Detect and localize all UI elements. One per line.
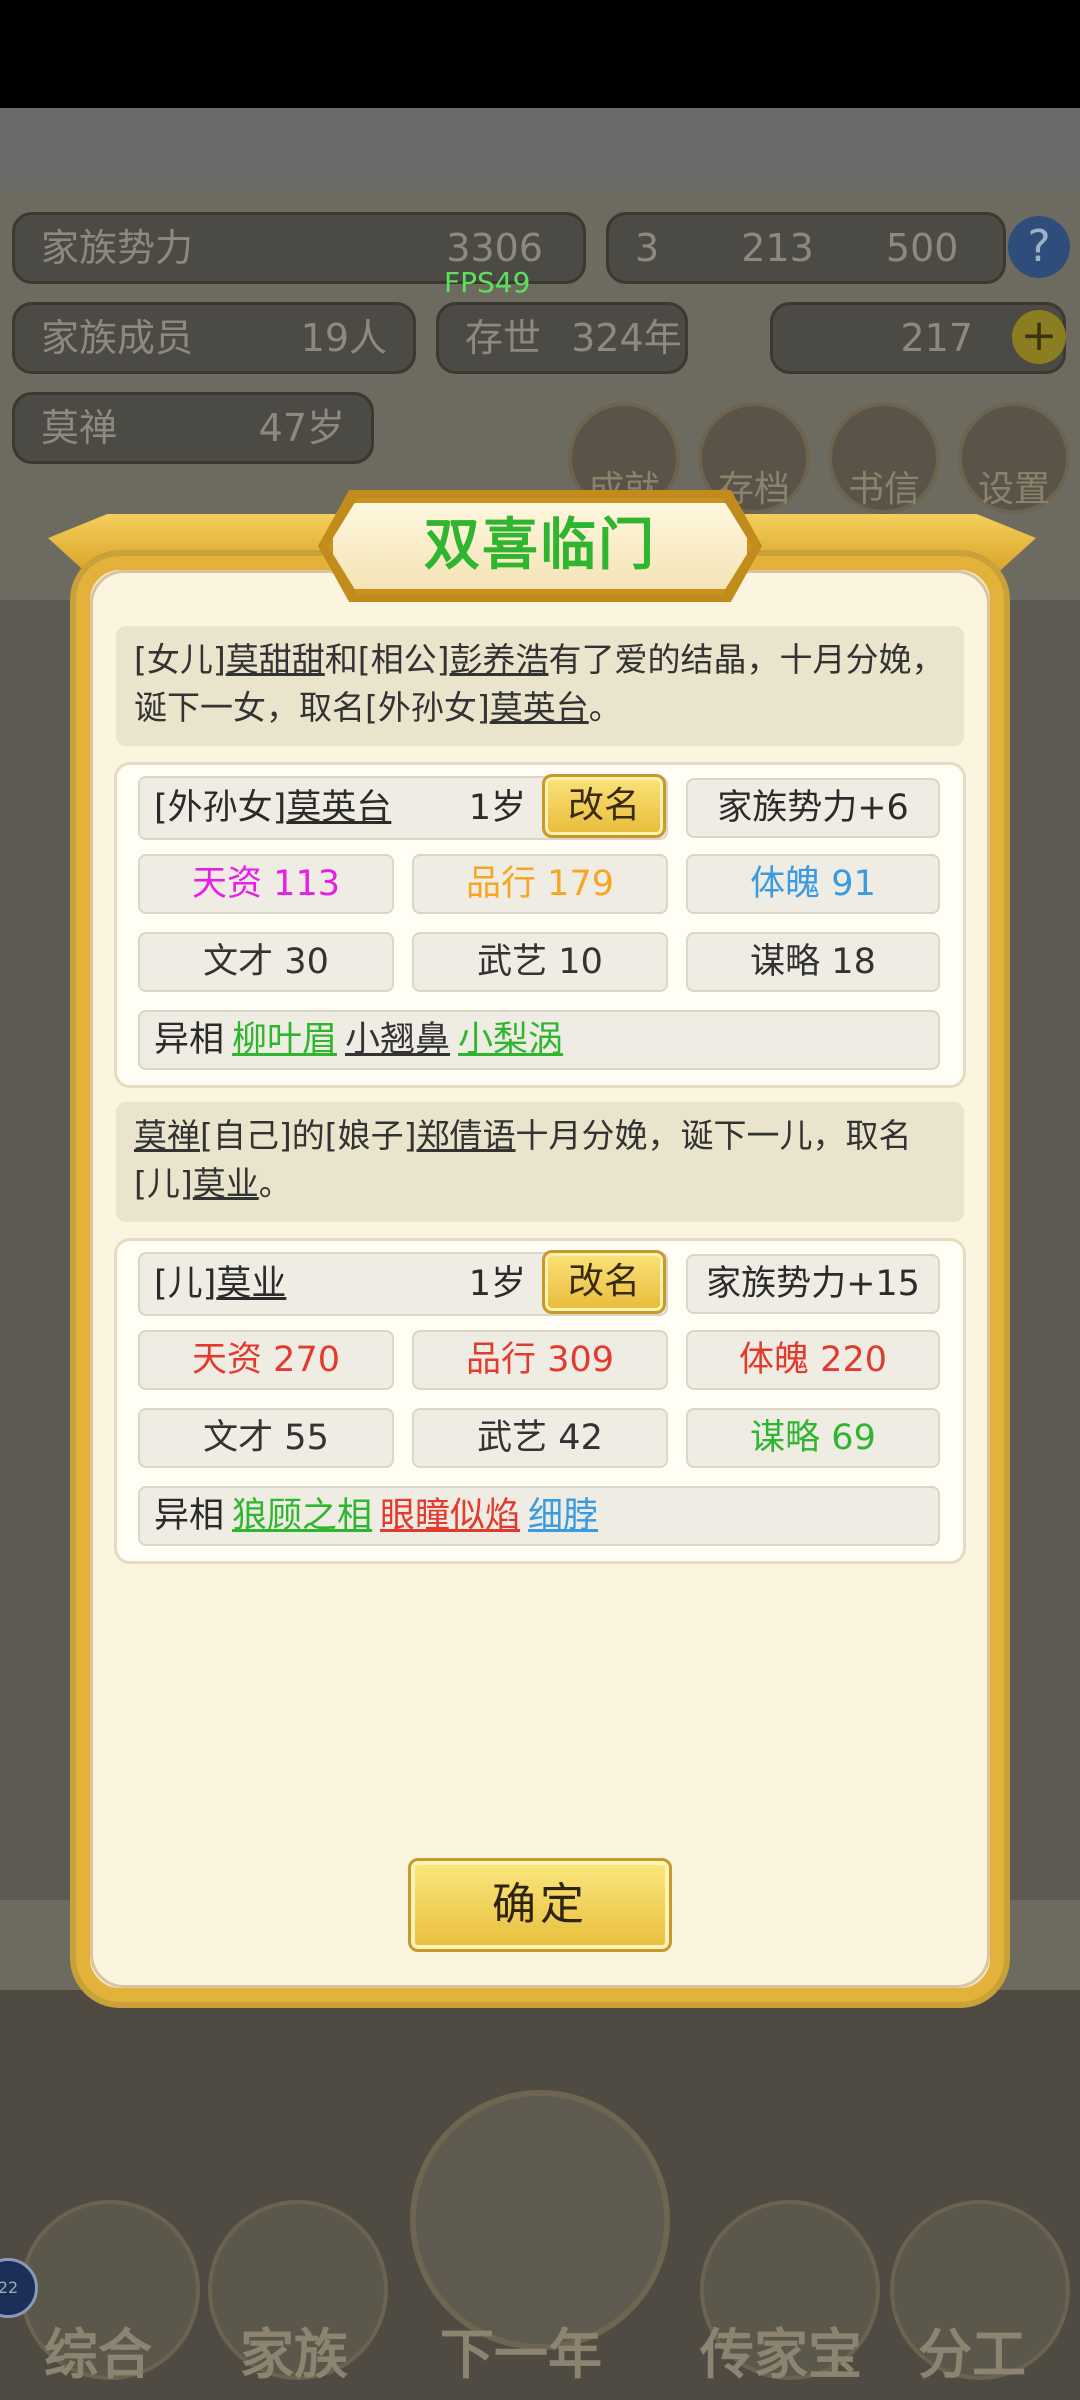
members-label: 家族成员 [41,316,194,360]
trait[interactable]: 柳叶眉 [232,1020,337,1060]
trait[interactable]: 狼顾之相 [232,1496,372,1536]
event-message-2: 莫禅[自己]的[娘子]郑倩语十月分娩，诞下一儿，取名[儿]莫业。 [116,1102,964,1222]
add-ingots-icon[interactable]: + [1012,310,1066,364]
person-link[interactable]: 郑倩语 [417,1116,516,1155]
fps-counter: FPS49 [444,266,531,299]
leader-age: 47岁 [258,406,345,450]
family-power-label: 家族势力 [41,226,194,270]
stat-conduct: 品行 309 [412,1330,668,1390]
child-age: 1岁 [468,788,526,828]
status-bar [0,0,1080,108]
person-link[interactable]: 莫甜甜 [226,640,325,679]
trait[interactable]: 小翘鼻 [345,1020,450,1060]
traits-row: 异相 柳叶眉 小翘鼻 小梨涡 [138,1010,940,1070]
generation-value: 324年 [571,316,682,360]
power-bonus: 家族势力+6 [686,778,940,838]
traits-row: 异相 狼顾之相 眼瞳似焰 细脖 [138,1486,940,1546]
resources-count: 3 [635,226,660,270]
stat-strategy: 谋略 18 [686,932,940,992]
confirm-button[interactable]: 确定 [408,1858,672,1952]
stat-conduct: 品行 179 [412,854,668,914]
generation-pill: 存世 324年 [436,302,688,374]
rename-button[interactable]: 改名 [542,1250,666,1314]
stat-talent: 天资 270 [138,1330,394,1390]
generation-label: 存世 [465,316,542,360]
help-icon[interactable]: ? [1008,216,1070,278]
members-value: 19人 [300,316,387,360]
stat-literary: 文才 30 [138,932,394,992]
background-list-right [1000,600,1080,1900]
power-bonus: 家族势力+15 [686,1254,940,1314]
person-link[interactable]: 彭养浩 [450,640,549,679]
person-link[interactable]: 莫英台 [490,688,589,727]
stat-physique: 体魄 91 [686,854,940,914]
rename-button[interactable]: 改名 [542,774,666,838]
stat-physique: 体魄 220 [686,1330,940,1390]
background-list-left [0,600,80,1900]
stat-martial: 武艺 42 [412,1408,668,1468]
ingots-value: 217 [900,316,973,360]
nav-heirloom-label: 传家宝 [700,2323,862,2386]
stat-talent: 天资 113 [138,854,394,914]
child-age: 1岁 [468,1264,526,1304]
nav-next-year-label: 下一年 [440,2323,602,2386]
leader-pill: 莫禅 47岁 [12,392,374,464]
trait[interactable]: 细脖 [528,1496,598,1536]
stat-strategy: 谋略 69 [686,1408,940,1468]
nav-general-label: 综合 [44,2323,152,2386]
event-message-1: [女儿]莫甜甜和[相公]彭养浩有了爱的结晶，十月分娩，诞下一女，取名[外孙女]莫… [116,626,964,746]
trait[interactable]: 小梨涡 [458,1020,563,1060]
top-band [0,108,1080,190]
leader-name: 莫禅 [41,406,118,450]
silver-value: 500 [885,226,959,270]
nav-family-label: 家族 [240,2323,348,2386]
stat-literary: 文才 55 [138,1408,394,1468]
letters-button[interactable]: 书信 [828,402,940,514]
nav-division-label: 分工 [918,2323,1026,2386]
child-name[interactable]: 莫业 [216,1264,286,1304]
settings-button[interactable]: 设置 [958,402,1070,514]
child-name[interactable]: 莫英台 [286,788,391,828]
members-pill: 家族成员 19人 [12,302,416,374]
person-link[interactable]: 莫禅 [134,1116,200,1155]
gold-bars-value: 213 [741,226,814,270]
trait[interactable]: 眼瞳似焰 [380,1496,520,1536]
modal-title: 双喜临门 [424,513,656,578]
stat-martial: 武艺 10 [412,932,668,992]
resources-pill: 3 213 500 [606,212,1006,284]
person-link[interactable]: 莫业 [193,1164,259,1203]
